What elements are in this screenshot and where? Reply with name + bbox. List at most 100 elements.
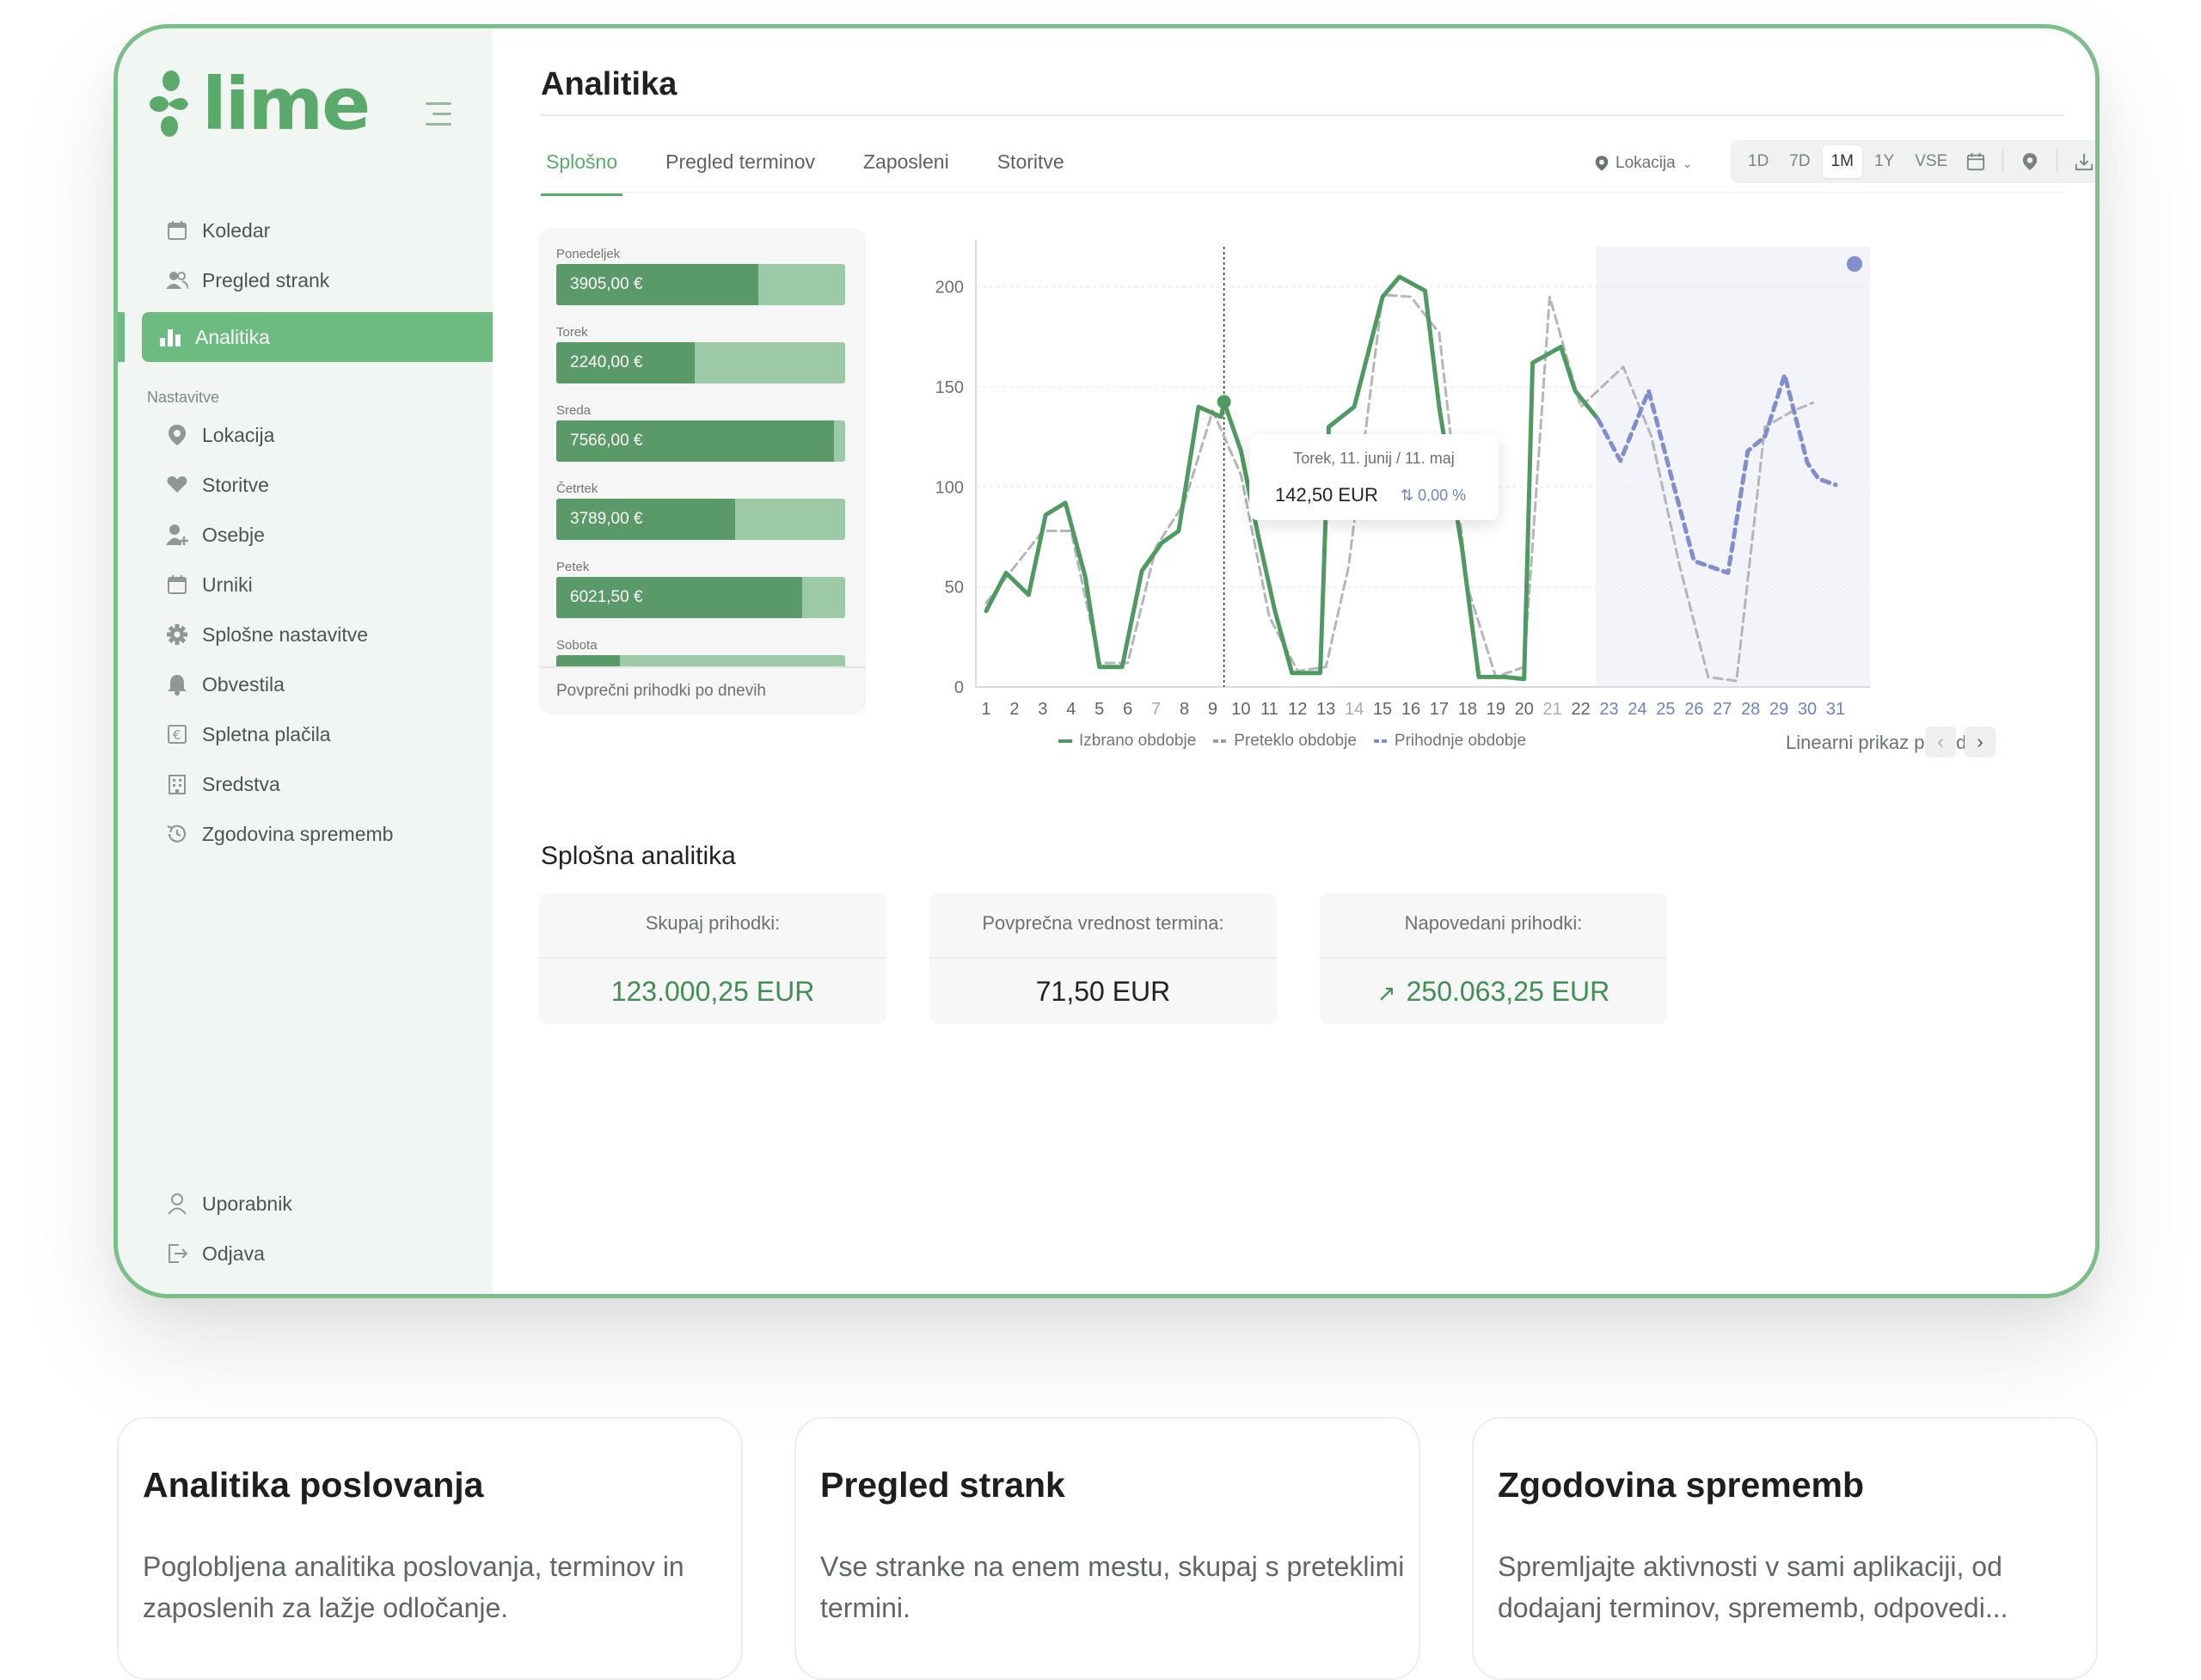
tab-bar: Splošno Pregled terminov Zaposleni Stori… bbox=[541, 145, 1070, 196]
main-nav: Koledar Pregled strank Analitika bbox=[118, 205, 493, 362]
day-bar-track[interactable]: 3789,00 € bbox=[556, 499, 845, 540]
page-title: Analitika bbox=[541, 66, 677, 102]
sidebar-item-sredstva[interactable]: Sredstva bbox=[142, 759, 493, 809]
location-filter[interactable]: Lokacija ⌄ bbox=[1595, 154, 1692, 173]
sidebar-item-uporabnik[interactable]: Uporabnik bbox=[142, 1179, 493, 1229]
forecast-marker-icon bbox=[1847, 256, 1862, 272]
x-tick-label: 1 bbox=[981, 700, 990, 719]
sidebar-item-koledar[interactable]: Koledar bbox=[142, 205, 493, 255]
range-vse[interactable]: VSE bbox=[1906, 145, 1956, 178]
forecast-region bbox=[1596, 247, 1870, 687]
x-tick-label: 19 bbox=[1487, 700, 1505, 719]
x-tick-label: 28 bbox=[1741, 700, 1760, 719]
sidebar-item-osebje[interactable]: Osebje bbox=[142, 510, 493, 560]
logo[interactable]: lime bbox=[149, 62, 371, 146]
day-bar-fill: 6021,50 € bbox=[556, 577, 802, 618]
chevron-left-icon[interactable]: ‹ bbox=[1925, 727, 1956, 757]
app-window: lime Koledar Pregled strank Analitika Na… bbox=[113, 24, 2100, 1298]
divider bbox=[929, 957, 1277, 959]
tab-zaposleni[interactable]: Zaposleni bbox=[858, 145, 954, 194]
gear-icon bbox=[166, 623, 188, 646]
sidebar-item-lokacija[interactable]: Lokacija bbox=[142, 410, 493, 460]
sidebar-item-urniki[interactable]: Urniki bbox=[142, 560, 493, 610]
lime-logo-icon bbox=[150, 71, 188, 137]
sidebar-item-spletna-placila[interactable]: € Spletna plačila bbox=[142, 709, 493, 759]
location-filter-label: Lokacija bbox=[1615, 154, 1676, 172]
feature-card-clients: Pregled strank Vse stranke na enem mestu… bbox=[794, 1417, 1420, 1680]
chevron-right-icon[interactable]: › bbox=[1965, 727, 1996, 757]
chart-legend: Izbrano obdobje Preteklo obdobje Prihodn… bbox=[1058, 732, 1526, 751]
range-1d[interactable]: 1D bbox=[1739, 145, 1777, 178]
day-bar-value: 3789,00 € bbox=[570, 510, 643, 528]
range-7d[interactable]: 7D bbox=[1781, 145, 1818, 178]
bottom-nav: Uporabnik Odjava bbox=[118, 1179, 493, 1278]
range-1y[interactable]: 1Y bbox=[1866, 145, 1903, 178]
brand-name: lime bbox=[202, 62, 371, 146]
feature-text: Spremljajte aktivnosti v sami aplikaciji… bbox=[1498, 1551, 2008, 1623]
euro-icon: € bbox=[166, 723, 188, 745]
svg-text:€: € bbox=[173, 727, 181, 743]
range-selector: 1D 7D 1M 1Y VSE bbox=[1731, 140, 2095, 183]
x-tick-label: 26 bbox=[1684, 700, 1703, 719]
stat-value: 250.063,25 EUR bbox=[1406, 976, 1610, 1007]
legend-past[interactable]: Preteklo obdobje bbox=[1213, 732, 1357, 751]
sidebar-item-label: Lokacija bbox=[202, 423, 275, 446]
sidebar-item-storitve[interactable]: Storitve bbox=[142, 460, 493, 510]
stat-label: Skupaj prihodki: bbox=[645, 912, 781, 934]
legend-selected[interactable]: Izbrano obdobje bbox=[1058, 732, 1196, 751]
range-1m[interactable]: 1M bbox=[1822, 145, 1862, 178]
x-tick-label: 4 bbox=[1066, 700, 1076, 719]
x-tick-label: 22 bbox=[1571, 700, 1590, 719]
location-pin-icon bbox=[1595, 156, 1609, 171]
location-pin-icon[interactable] bbox=[2014, 152, 2046, 171]
day-bar-fill: 2240,00 € bbox=[556, 342, 696, 383]
day-label: Ponedeljek bbox=[556, 247, 621, 261]
day-bar-track[interactable]: 7566,00 € bbox=[556, 420, 845, 462]
download-icon[interactable] bbox=[2068, 152, 2095, 171]
stat-label: Povprečna vrednost termina: bbox=[982, 912, 1224, 934]
calendar-icon bbox=[166, 219, 188, 242]
divider bbox=[539, 957, 886, 959]
x-tick-label: 21 bbox=[1543, 700, 1562, 719]
tab-storitve[interactable]: Storitve bbox=[992, 145, 1070, 194]
day-bar-track[interactable]: 6021,50 € bbox=[556, 577, 845, 618]
x-tick-label: 3 bbox=[1038, 700, 1047, 719]
sidebar-item-splosne-nastavitve[interactable]: Splošne nastavitve bbox=[142, 610, 493, 659]
menu-toggle-icon[interactable] bbox=[426, 102, 451, 133]
day-bar-value: 7566,00 € bbox=[570, 432, 643, 450]
feature-title: Zgodovina sprememb bbox=[1498, 1465, 1865, 1505]
sidebar-item-odjava[interactable]: Odjava bbox=[142, 1229, 493, 1278]
stat-card-forecast-revenue: Napovedani prihodki: ↗ 250.063,25 EUR bbox=[1320, 893, 1667, 1024]
chevron-down-icon: ⌄ bbox=[1682, 156, 1693, 170]
day-bar-track[interactable]: 2240,00 € bbox=[556, 342, 845, 383]
stat-value: 71,50 EUR bbox=[1035, 976, 1171, 1007]
sidebar-item-analitika[interactable]: Analitika bbox=[118, 312, 493, 362]
day-label: Sreda bbox=[556, 403, 592, 418]
legend-label: Preteklo obdobje bbox=[1234, 732, 1357, 750]
x-tick-label: 2 bbox=[1009, 700, 1019, 719]
legend-future[interactable]: Prihodnje obdobje bbox=[1373, 732, 1526, 751]
tab-pregled-terminov[interactable]: Pregled terminov bbox=[660, 145, 820, 194]
general-analytics-title: Splošna analitika bbox=[541, 842, 736, 870]
x-tick-label: 31 bbox=[1826, 700, 1845, 719]
x-tick-label: 20 bbox=[1515, 700, 1534, 719]
x-tick-label: 29 bbox=[1769, 700, 1788, 719]
sidebar-item-obvestila[interactable]: Obvestila bbox=[142, 659, 493, 709]
x-tick-label: 25 bbox=[1656, 700, 1675, 719]
day-bar-value: 2240,00 € bbox=[570, 353, 643, 371]
day-revenue-panel: Ponedeljek 3905,00 € Torek 2240,00 € Sreda 75… bbox=[539, 228, 866, 714]
feature-title: Analitika poslovanja bbox=[143, 1465, 484, 1505]
day-label: Četrtek bbox=[556, 481, 598, 496]
tab-splosno[interactable]: Splošno bbox=[541, 145, 623, 196]
x-tick-label: 11 bbox=[1260, 700, 1278, 719]
day-bar-row: Ponedeljek 3905,00 € bbox=[556, 247, 845, 305]
calendar-icon[interactable] bbox=[1959, 152, 1992, 171]
sidebar-item-zgodovina-sprememb[interactable]: Zgodovina sprememb bbox=[142, 809, 493, 859]
sidebar-item-label: Pregled strank bbox=[202, 268, 330, 291]
day-bar-track[interactable]: 3905,00 € bbox=[556, 264, 845, 305]
calendar-icon bbox=[166, 573, 188, 596]
sidebar-item-label: Zgodovina sprememb bbox=[202, 822, 394, 845]
day-bar-row: Četrtek 3789,00 € bbox=[556, 481, 845, 540]
sidebar-item-pregled-strank[interactable]: Pregled strank bbox=[142, 255, 493, 305]
settings-nav: Nastavitve Lokacija Storitve Osebje Urni… bbox=[118, 369, 493, 859]
